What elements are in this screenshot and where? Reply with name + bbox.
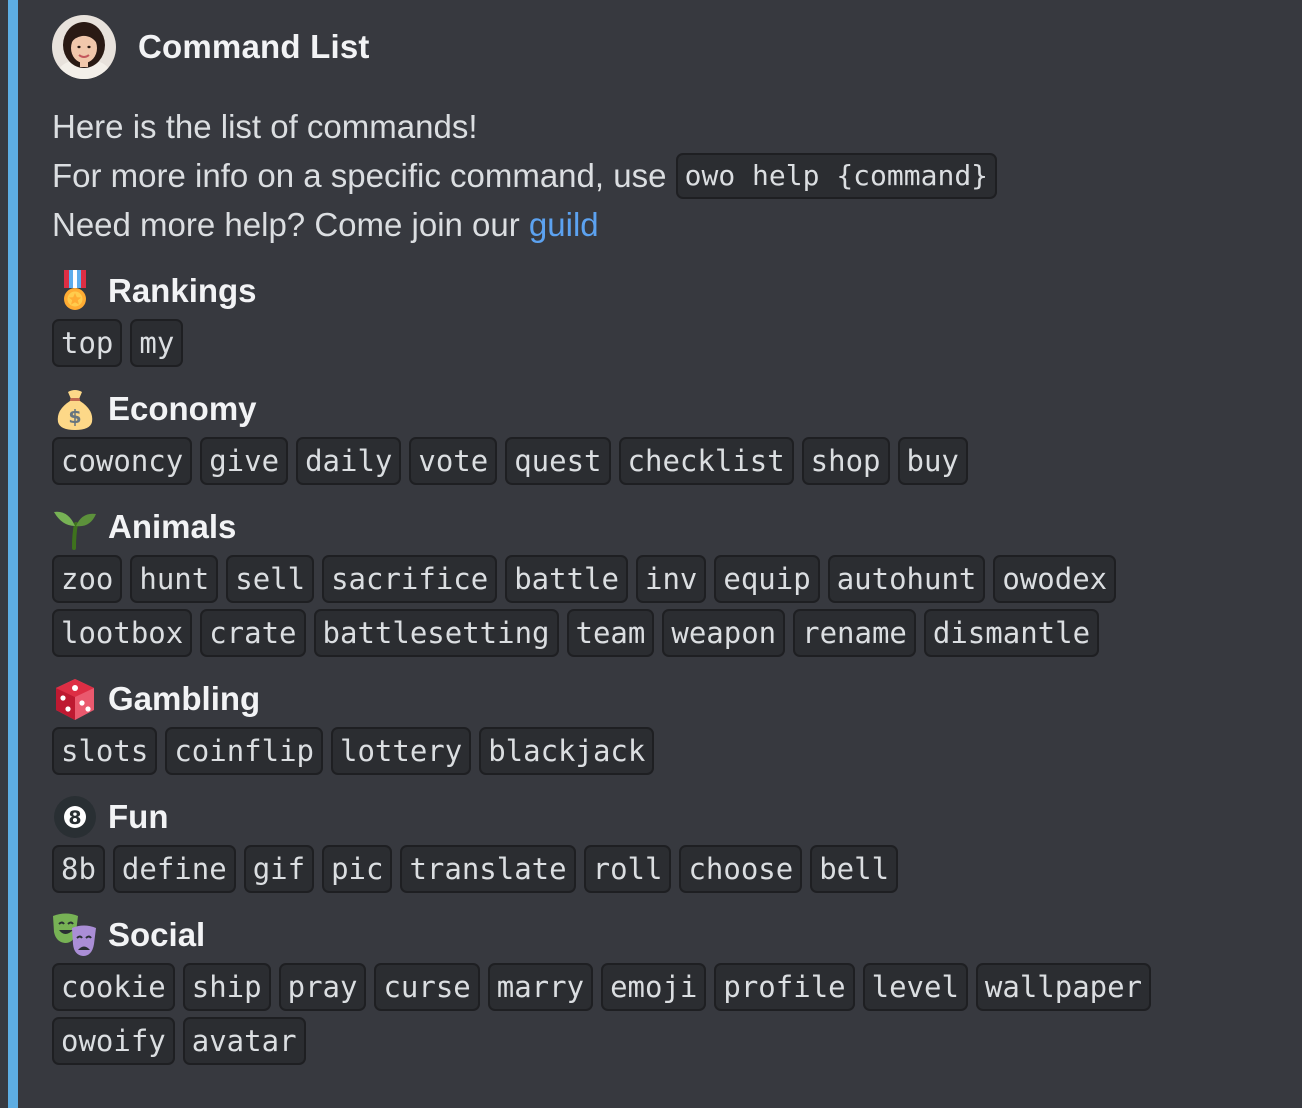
- command-code: gif: [243, 845, 315, 893]
- section-fun: 8 Fun 8b define gif pic translate roll choose be…: [52, 789, 1302, 893]
- command-code: 8b: [52, 845, 105, 893]
- command-code: equip: [714, 555, 820, 603]
- command-list-embed: Command List Here is the list of command…: [0, 0, 1302, 1108]
- command-code: buy: [897, 437, 968, 485]
- section-gambling: Gambling slots coinflip lottery blackjack: [52, 671, 1302, 775]
- command-code: dismantle: [923, 609, 1100, 657]
- command-code: ship: [182, 963, 271, 1011]
- command-list: zoo hunt sell sacrifice battle inv equip autohu…: [52, 555, 1232, 657]
- command-code: top: [52, 319, 123, 367]
- command-code: autohunt: [827, 555, 986, 603]
- section-name: Fun: [108, 798, 169, 835]
- section-name: Rankings: [108, 272, 257, 309]
- medal-icon: [52, 268, 98, 314]
- embed-author: Command List: [52, 14, 1302, 80]
- command-code: marry: [487, 963, 594, 1011]
- command-code: pray: [278, 963, 367, 1011]
- section-title: Rankings: [52, 263, 1302, 319]
- command-code: blackjack: [479, 727, 655, 775]
- command-code: emoji: [601, 963, 707, 1011]
- 8-ball-icon: 8: [52, 794, 98, 840]
- embed-description: Here is the list of commands! For more i…: [52, 102, 1302, 249]
- command-code: sell: [226, 555, 315, 603]
- seedling-icon: [52, 504, 98, 550]
- section-title: Social: [52, 907, 1302, 963]
- section-name: Gambling: [108, 680, 261, 717]
- section-title: 8 Fun: [52, 789, 1302, 845]
- command-code: owodex: [993, 555, 1117, 603]
- command-code: daily: [296, 437, 402, 485]
- theater-masks-icon: [52, 912, 98, 958]
- section-animals: Animals zoo hunt sell sacrifice battle inv equi…: [52, 499, 1302, 657]
- guild-link[interactable]: guild: [529, 206, 599, 243]
- user-avatar-icon: [52, 15, 116, 79]
- command-sections: Rankings top my $ Economy cowoncy give daily v…: [52, 263, 1302, 1065]
- section-rankings: Rankings top my: [52, 263, 1302, 367]
- command-list: cookie ship pray curse marry emoji profile leve…: [52, 963, 1232, 1065]
- section-social: Social cookie ship pray curse marry emoji profi…: [52, 907, 1302, 1065]
- command-code: translate: [400, 845, 576, 893]
- command-code: roll: [583, 845, 672, 893]
- embed-accent-bar: [8, 0, 18, 1108]
- command-code: coinflip: [165, 727, 323, 775]
- command-code: vote: [409, 437, 498, 485]
- command-code: cowoncy: [52, 437, 193, 485]
- command-code: bell: [810, 845, 899, 893]
- command-code: checklist: [618, 437, 794, 485]
- command-code: cookie: [52, 963, 175, 1011]
- command-list: cowoncy give daily vote quest checklist shop bu…: [52, 437, 1232, 485]
- command-code: choose: [679, 845, 803, 893]
- command-code: inv: [635, 555, 707, 603]
- command-code: sacrifice: [322, 555, 498, 603]
- section-economy: $ Economy cowoncy give daily vote quest checkl…: [52, 381, 1302, 485]
- svg-text:$: $: [68, 406, 81, 428]
- author-name[interactable]: Command List: [138, 28, 370, 66]
- command-code: battlesetting: [313, 609, 559, 657]
- command-code: quest: [505, 437, 611, 485]
- section-name: Economy: [108, 390, 257, 427]
- embed-content: Command List Here is the list of command…: [52, 14, 1302, 1065]
- command-code: owoify: [52, 1017, 175, 1065]
- description-line-2-text: For more info on a specific command, use: [52, 157, 676, 194]
- help-command-code: owo help {command}: [675, 153, 998, 199]
- section-name: Social: [108, 916, 206, 953]
- command-list: top my: [52, 319, 1232, 367]
- command-code: crate: [200, 609, 306, 657]
- command-code: zoo: [52, 555, 123, 603]
- command-list: slots coinflip lottery blackjack: [52, 727, 1232, 775]
- section-title: Gambling: [52, 671, 1302, 727]
- description-line-2: For more info on a specific command, use…: [52, 151, 1302, 200]
- command-code: avatar: [182, 1017, 306, 1065]
- description-line-3: Need more help? Come join our guild: [52, 200, 1302, 249]
- section-title: Animals: [52, 499, 1302, 555]
- section-title: $ Economy: [52, 381, 1302, 437]
- command-code: define: [112, 845, 236, 893]
- command-code: give: [200, 437, 289, 485]
- command-code: lottery: [331, 727, 472, 775]
- command-code: hunt: [130, 555, 219, 603]
- command-code: my: [130, 319, 184, 367]
- money-bag-icon: $: [52, 386, 98, 432]
- description-line-3-text: Need more help? Come join our: [52, 206, 529, 243]
- command-list: 8b define gif pic translate roll choose bell: [52, 845, 1232, 893]
- command-code: team: [566, 609, 655, 657]
- command-code: slots: [52, 727, 158, 775]
- command-code: profile: [714, 963, 855, 1011]
- command-code: level: [862, 963, 968, 1011]
- command-code: lootbox: [52, 609, 193, 657]
- author-avatar[interactable]: [52, 15, 116, 79]
- die-icon: [52, 676, 98, 722]
- section-name: Animals: [108, 508, 237, 545]
- svg-text:8: 8: [68, 807, 81, 829]
- command-code: battle: [505, 555, 628, 603]
- description-line-1: Here is the list of commands!: [52, 108, 478, 145]
- command-code: weapon: [662, 609, 786, 657]
- command-code: pic: [322, 845, 393, 893]
- command-code: rename: [793, 609, 916, 657]
- command-code: shop: [801, 437, 890, 485]
- command-code: wallpaper: [975, 963, 1152, 1011]
- command-code: curse: [374, 963, 480, 1011]
